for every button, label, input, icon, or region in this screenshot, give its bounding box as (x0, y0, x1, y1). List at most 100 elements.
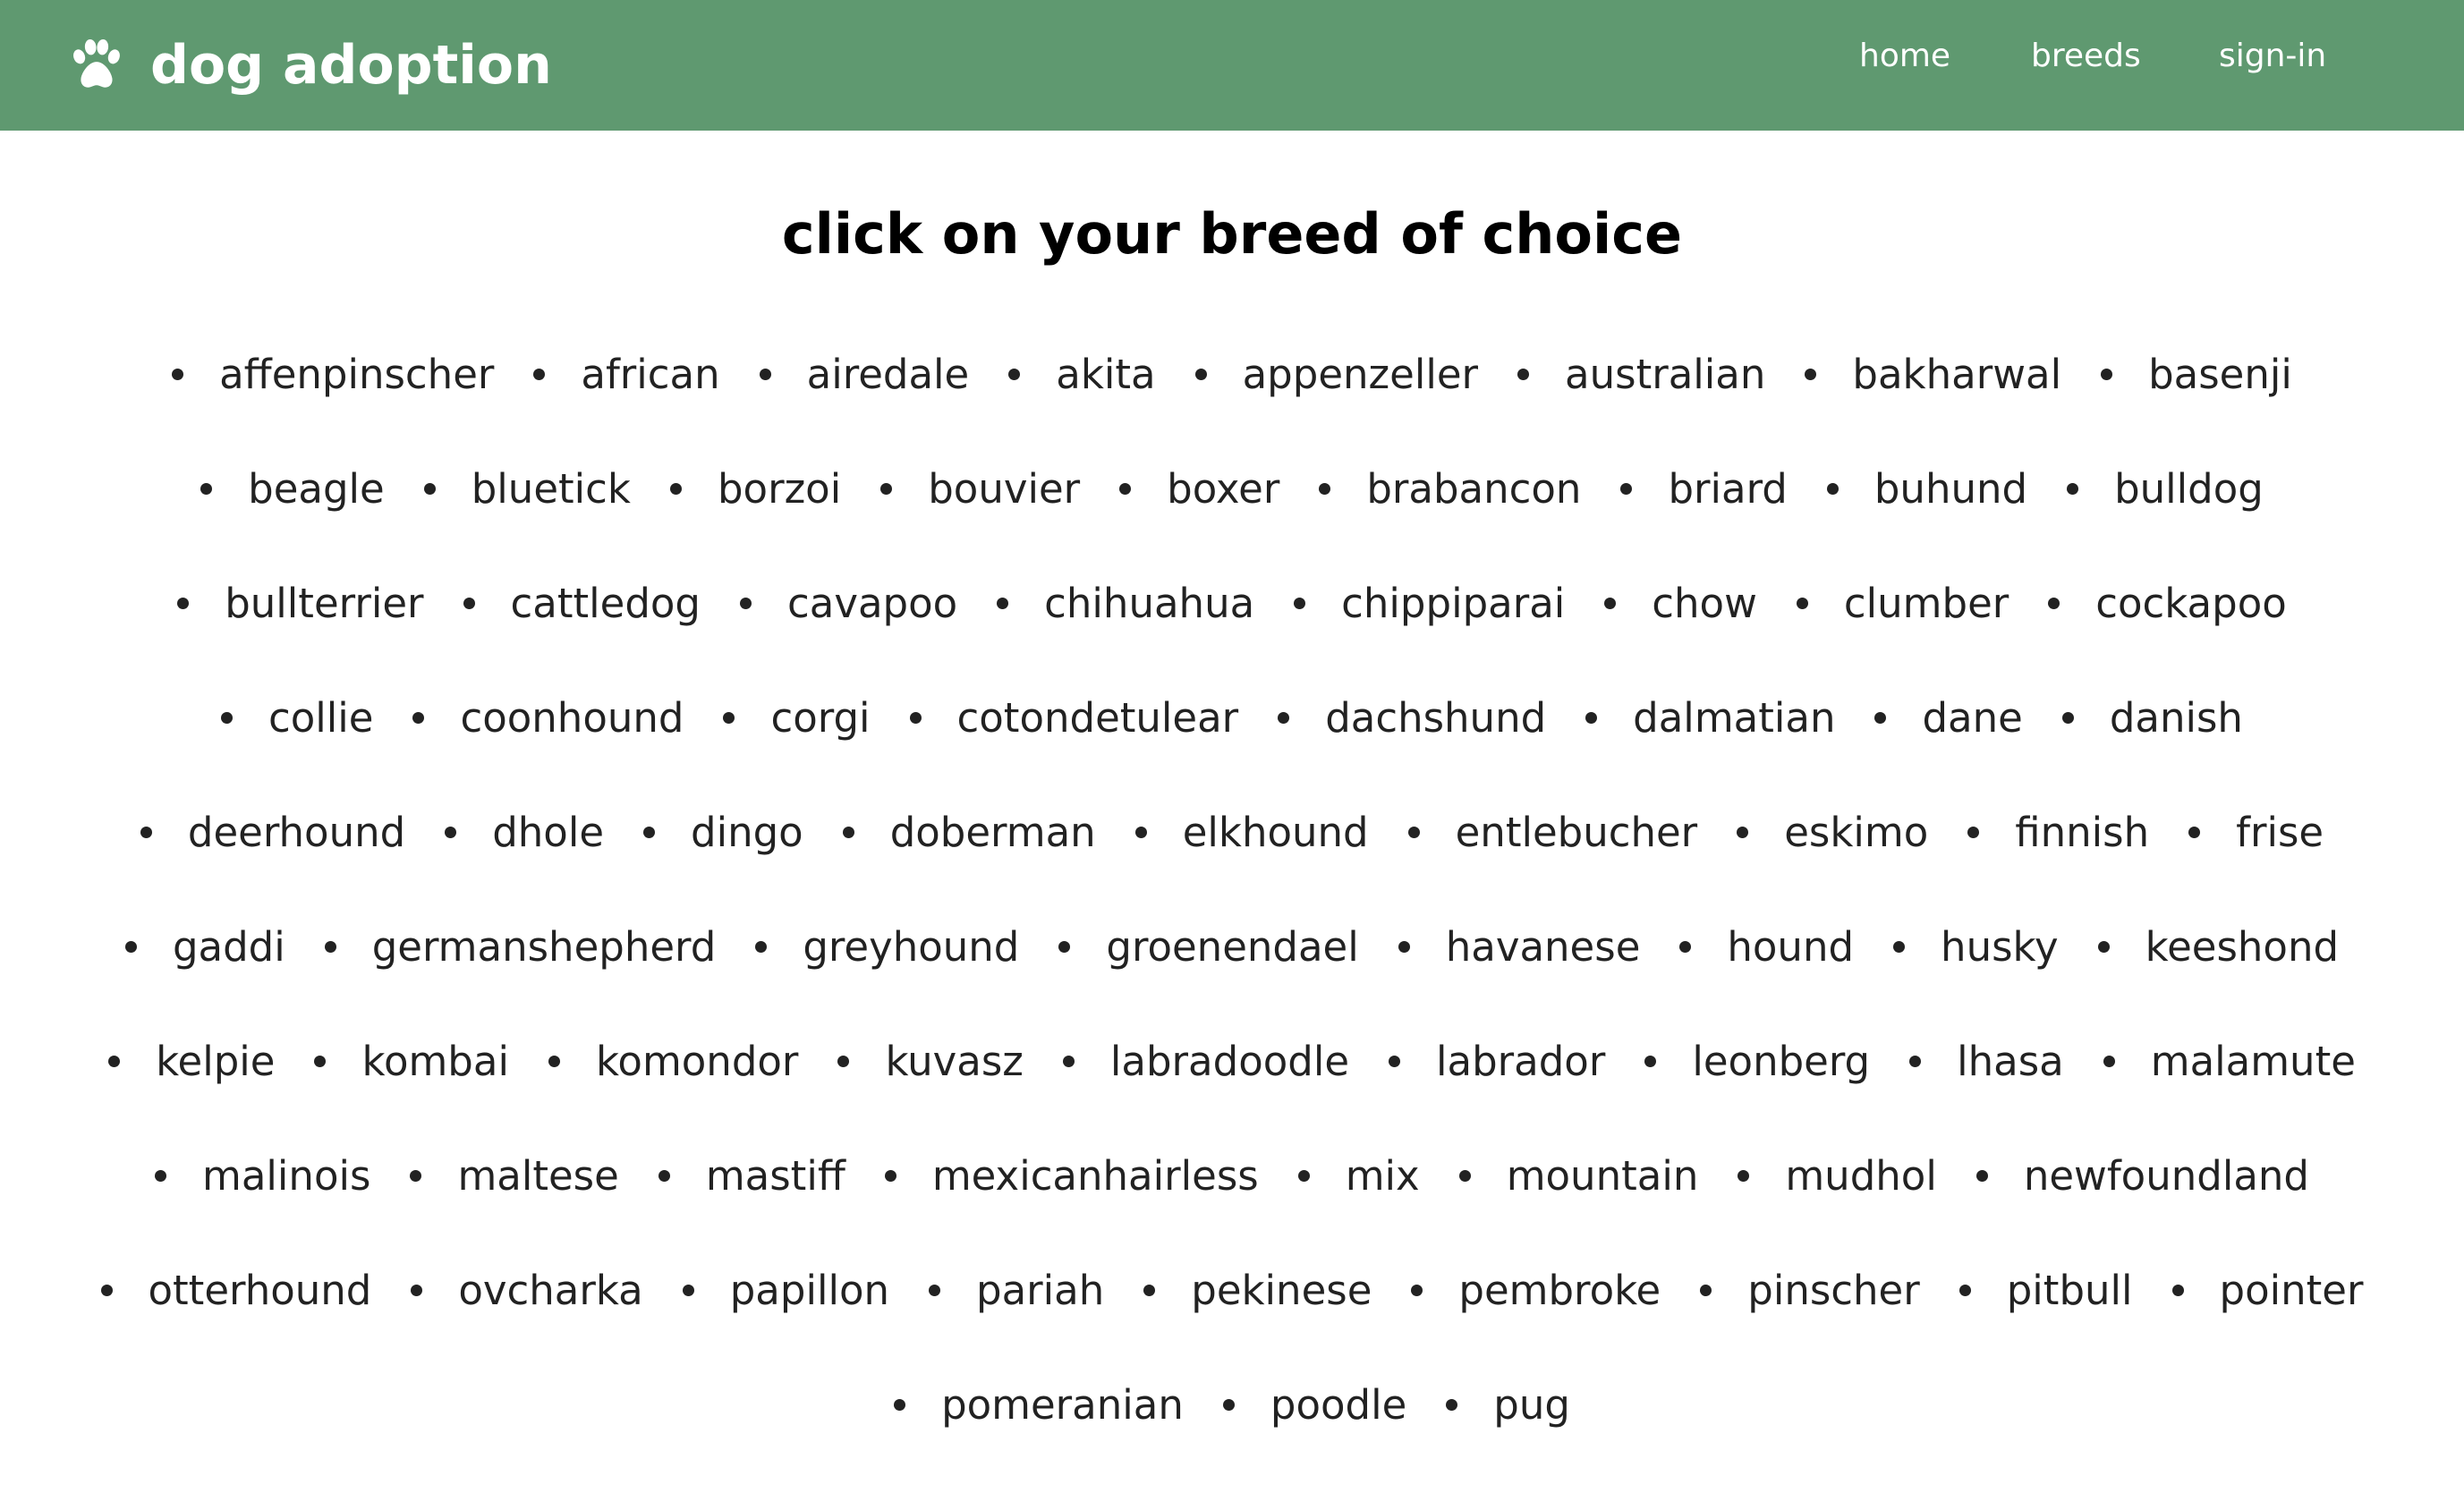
breed-link[interactable]: gaddi (173, 920, 285, 974)
breed-list-item[interactable]: corgi (723, 691, 871, 806)
breed-list-item[interactable]: doberman (842, 806, 1096, 920)
breed-list-item[interactable]: deerhound (140, 806, 405, 920)
breed-list-item[interactable]: labrador (1389, 1035, 1605, 1149)
breed-link[interactable]: frise (2236, 806, 2324, 860)
breed-link[interactable]: mexicanhairless (932, 1149, 1259, 1203)
breed-list-item[interactable]: pointer (2171, 1264, 2364, 1378)
breed-list-item[interactable]: cattledog (463, 577, 701, 691)
breed-link[interactable]: hound (1727, 920, 1854, 974)
breed-link[interactable]: otterhound (149, 1264, 372, 1318)
breed-list-item[interactable]: borzoi (669, 462, 841, 577)
breed-link[interactable]: chow (1652, 577, 1757, 631)
nav-home-link[interactable]: home (1859, 38, 1950, 74)
breed-link[interactable]: maltese (457, 1149, 618, 1203)
breed-link[interactable]: pinscher (1747, 1264, 1919, 1318)
breed-link[interactable]: pointer (2220, 1264, 2364, 1318)
breed-link[interactable]: labradoodle (1110, 1035, 1349, 1089)
breed-link[interactable]: keeshond (2145, 920, 2339, 974)
breed-list-item[interactable]: collie (221, 691, 373, 806)
breed-link[interactable]: finnish (2015, 806, 2149, 860)
breed-link[interactable]: germanshepherd (372, 920, 717, 974)
breed-list-item[interactable]: pomeranian (894, 1378, 1184, 1493)
breed-list-item[interactable]: papillon (682, 1264, 889, 1378)
breed-link[interactable]: ovcharka (458, 1264, 642, 1318)
breed-link[interactable]: cockapoo (2095, 577, 2287, 631)
breed-list-item[interactable]: pariah (929, 1264, 1104, 1378)
breed-list-item[interactable]: akita (1008, 348, 1156, 462)
breed-list-item[interactable]: gaddi (124, 920, 285, 1035)
breed-link[interactable]: corgi (770, 691, 870, 745)
breed-link[interactable]: eskimo (1784, 806, 1928, 860)
breed-link[interactable]: malamute (2151, 1035, 2356, 1089)
brand[interactable]: dog adoption (68, 0, 552, 131)
breed-list-item[interactable]: pitbull (1958, 1264, 2133, 1378)
breed-link[interactable]: bullterrier (225, 577, 423, 631)
breed-list-item[interactable]: otterhound (100, 1264, 372, 1378)
breed-link[interactable]: komondor (596, 1035, 798, 1089)
breed-link[interactable]: coonhound (460, 691, 684, 745)
breed-list-item[interactable]: pembroke (1411, 1264, 1661, 1378)
breed-list-item[interactable]: bulldog (2067, 462, 2264, 577)
breed-list-item[interactable]: beagle (200, 462, 385, 577)
breed-link[interactable]: cavapoo (787, 577, 957, 631)
breed-list-item[interactable]: husky (1893, 920, 2059, 1035)
breed-link[interactable]: dane (1922, 691, 2022, 745)
breed-list-item[interactable]: briard (1620, 462, 1788, 577)
breed-list-item[interactable]: cotondetulear (909, 691, 1238, 806)
breed-link[interactable]: mastiff (706, 1149, 845, 1203)
breed-link[interactable]: brabancon (1366, 462, 1581, 516)
breed-link[interactable]: deerhound (188, 806, 405, 860)
breed-list-item[interactable]: maltese (410, 1149, 619, 1264)
breed-link[interactable]: husky (1941, 920, 2059, 974)
breed-link[interactable]: newfoundland (2024, 1149, 2309, 1203)
breed-list-item[interactable]: dhole (445, 806, 604, 920)
breed-link[interactable]: kombai (361, 1035, 508, 1089)
breed-list-item[interactable]: australian (1517, 348, 1765, 462)
breed-link[interactable]: papillon (730, 1264, 889, 1318)
breed-list-item[interactable]: boxer (1119, 462, 1279, 577)
breed-list-item[interactable]: dane (1874, 691, 2023, 806)
breed-list-item[interactable]: basenji (2101, 348, 2292, 462)
breed-list-item[interactable]: komondor (548, 1035, 798, 1149)
breed-link[interactable]: havanese (1446, 920, 1641, 974)
nav-breeds-link[interactable]: breeds (2031, 38, 2141, 74)
breed-list-item[interactable]: malinois (155, 1149, 370, 1264)
breed-list-item[interactable]: appenzeller (1194, 348, 1478, 462)
breed-link[interactable]: boxer (1167, 462, 1279, 516)
breed-list-item[interactable]: labradoodle (1062, 1035, 1349, 1149)
breed-list-item[interactable]: buhund (1826, 462, 2027, 577)
breed-list-item[interactable]: hound (1679, 920, 1854, 1035)
breed-link[interactable]: doberman (890, 806, 1096, 860)
breed-link[interactable]: dhole (492, 806, 604, 860)
breed-list-item[interactable]: ovcharka (411, 1264, 643, 1378)
breed-list-item[interactable]: elkhound (1134, 806, 1369, 920)
breed-list-item[interactable]: mix (1297, 1149, 1420, 1264)
breed-link[interactable]: beagle (248, 462, 385, 516)
breed-link[interactable]: danish (2110, 691, 2243, 745)
breed-link[interactable]: pug (1493, 1378, 1570, 1432)
breed-list-item[interactable]: dachshund (1278, 691, 1546, 806)
breed-list-item[interactable]: chihuahua (997, 577, 1254, 691)
breed-link[interactable]: bulldog (2114, 462, 2264, 516)
breed-link[interactable]: bakharwal (1852, 348, 2061, 402)
breed-list-item[interactable]: pinscher (1700, 1264, 1920, 1378)
breed-link[interactable]: appenzeller (1243, 348, 1478, 402)
breed-list-item[interactable]: newfoundland (1975, 1149, 2309, 1264)
breed-list-item[interactable]: bullterrier (177, 577, 424, 691)
breed-link[interactable]: borzoi (718, 462, 841, 516)
breed-link[interactable]: elkhound (1183, 806, 1369, 860)
breed-list-item[interactable]: germanshepherd (324, 920, 717, 1035)
breed-link[interactable]: cattledog (511, 577, 701, 631)
breed-link[interactable]: mix (1346, 1149, 1420, 1203)
breed-list-item[interactable]: chippiparai (1294, 577, 1565, 691)
breed-link[interactable]: malinois (202, 1149, 370, 1203)
breed-link[interactable]: labrador (1436, 1035, 1605, 1089)
breed-link[interactable]: affenpinscher (219, 348, 494, 402)
breed-link[interactable]: african (581, 348, 719, 402)
breed-link[interactable]: clumber (1844, 577, 2009, 631)
breed-link[interactable]: mudhol (1785, 1149, 1936, 1203)
breed-list-item[interactable]: brabancon (1319, 462, 1581, 577)
breed-list-item[interactable]: coonhound (412, 691, 684, 806)
breed-link[interactable]: pekinese (1191, 1264, 1372, 1318)
breed-link[interactable]: groenendael (1106, 920, 1358, 974)
